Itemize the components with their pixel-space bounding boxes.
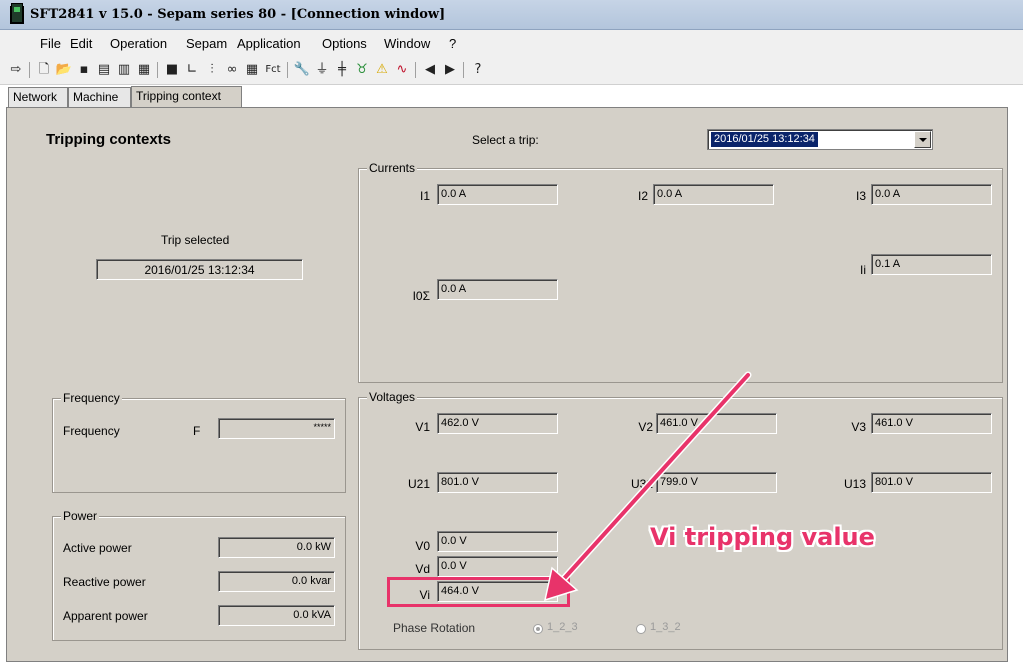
power-title: Power <box>61 509 100 523</box>
disk-icon[interactable]: ■ <box>162 60 182 80</box>
vd-label: Vd <box>415 562 430 576</box>
menu-sepam[interactable]: Sepam <box>186 36 227 51</box>
trip-selected-field: 2016/01/25 13:12:34 <box>96 259 303 280</box>
toolbar-separator <box>463 62 464 78</box>
connect-icon[interactable]: ⇨ <box>6 60 26 80</box>
i2-label: I2 <box>637 189 648 203</box>
diagnosis-icon[interactable]: ⏚ <box>312 60 332 80</box>
apparent-power-field: 0.0 kVA <box>218 605 335 626</box>
table-icon[interactable]: ▦ <box>242 60 262 80</box>
menu-application[interactable]: Application <box>237 36 301 51</box>
v3-label: V3 <box>851 420 866 434</box>
phase-rotation-label: Phase Rotation <box>393 621 476 635</box>
next-icon[interactable]: ▶ <box>440 60 460 80</box>
frequency-title: Frequency <box>61 391 122 405</box>
frequency-symbol: F <box>193 424 201 438</box>
i0-field: 0.0 A <box>437 279 558 300</box>
v1-field: 462.0 V <box>437 413 558 434</box>
alarm-icon[interactable]: ⚠ <box>372 60 392 80</box>
u32-field: 799.0 V <box>656 472 777 493</box>
trip-select[interactable]: 2016/01/25 13:12:34 <box>707 129 933 150</box>
trip-select-value: 2016/01/25 13:12:34 <box>711 132 818 147</box>
curve-icon[interactable]: ∟ <box>182 60 202 80</box>
trip-selected-label: Trip selected <box>161 233 230 247</box>
print-setup-icon[interactable]: ▦ <box>134 60 154 80</box>
toolbar-separator <box>287 62 288 78</box>
waveform-icon[interactable]: ∿ <box>392 60 412 80</box>
window-title: SFT2841 v 15.0 - Sepam series 80 - [Conn… <box>30 7 446 22</box>
reactive-power-field: 0.0 kvar <box>218 571 335 592</box>
i3-label: I3 <box>855 189 866 203</box>
i0-label: I0Σ <box>412 289 430 303</box>
u21-label: U21 <box>407 477 430 491</box>
toolbar-separator <box>157 62 158 78</box>
menu-edit[interactable]: Edit <box>70 36 92 51</box>
print-preview-icon[interactable]: ▥ <box>114 60 134 80</box>
v3-field: 461.0 V <box>871 413 992 434</box>
highlight-box <box>387 577 570 607</box>
menu-window[interactable]: Window <box>384 36 430 51</box>
new-icon[interactable]: 🗋 <box>34 60 54 80</box>
document-icon[interactable] <box>11 3 23 23</box>
rotation-132-radio[interactable] <box>636 624 646 634</box>
frequency-group <box>52 398 346 493</box>
u21-field: 801.0 V <box>437 472 558 493</box>
open-icon[interactable]: 📂 <box>54 60 74 80</box>
v2-label: V2 <box>638 420 653 434</box>
active-power-field: 0.0 kW <box>218 537 335 558</box>
v2-field: 461.0 V <box>656 413 777 434</box>
u13-field: 801.0 V <box>871 472 992 493</box>
i2-field: 0.0 A <box>653 184 774 205</box>
menu-file[interactable]: File <box>40 36 61 51</box>
menu-operation[interactable]: Operation <box>110 36 167 51</box>
u32-label: U32 <box>630 477 653 491</box>
tab-machine[interactable]: Machine <box>68 87 131 107</box>
tab-network[interactable]: Network <box>8 87 68 107</box>
save-icon[interactable]: ▪ <box>74 60 94 80</box>
function-icon[interactable]: Fct <box>262 60 284 80</box>
rotation-123-label: 1_2_3 <box>547 621 578 633</box>
menu-options[interactable]: Options <box>322 36 367 51</box>
frequency-field: ***** <box>218 418 335 439</box>
menu-help[interactable]: ? <box>449 36 456 51</box>
toolbar-separator <box>29 62 30 78</box>
sepam-icon[interactable]: ♉ <box>352 60 372 80</box>
settings-icon[interactable]: ⫶ <box>202 60 222 80</box>
apparent-power-label: Apparent power <box>63 609 148 623</box>
i1-field: 0.0 A <box>437 184 558 205</box>
toolbar-separator <box>415 62 416 78</box>
frequency-label: Frequency <box>63 424 120 438</box>
page-title: Tripping contexts <box>46 131 172 148</box>
print-icon[interactable]: ▤ <box>94 60 114 80</box>
u13-label: U13 <box>843 477 866 491</box>
rotation-123-radio[interactable] <box>533 624 543 634</box>
ii-field: 0.1 A <box>871 254 992 275</box>
v0-label: V0 <box>415 539 430 553</box>
reactive-power-label: Reactive power <box>63 575 146 589</box>
select-trip-label: Select a trip: <box>472 133 539 147</box>
help-icon[interactable]: ? <box>468 60 488 80</box>
v1-label: V1 <box>415 420 430 434</box>
chevron-down-icon[interactable] <box>914 131 931 148</box>
i1-label: I1 <box>419 189 430 203</box>
logic-icon[interactable]: ∞ <box>222 60 242 80</box>
previous-icon[interactable]: ◀ <box>420 60 440 80</box>
vd-field: 0.0 V <box>437 556 558 577</box>
voltages-title: Voltages <box>367 390 418 404</box>
v0-field: 0.0 V <box>437 531 558 552</box>
ii-label: Ii <box>860 263 866 277</box>
currents-title: Currents <box>367 161 418 175</box>
annotation-callout: Vi tripping value <box>650 523 875 551</box>
active-power-label: Active power <box>63 541 132 555</box>
rotation-132-label: 1_3_2 <box>650 621 681 633</box>
network-icon[interactable]: ╪ <box>332 60 352 80</box>
i3-field: 0.0 A <box>871 184 992 205</box>
tab-tripping-context[interactable]: Tripping context <box>131 86 242 108</box>
wrench-icon[interactable]: 🔧 <box>292 60 312 80</box>
